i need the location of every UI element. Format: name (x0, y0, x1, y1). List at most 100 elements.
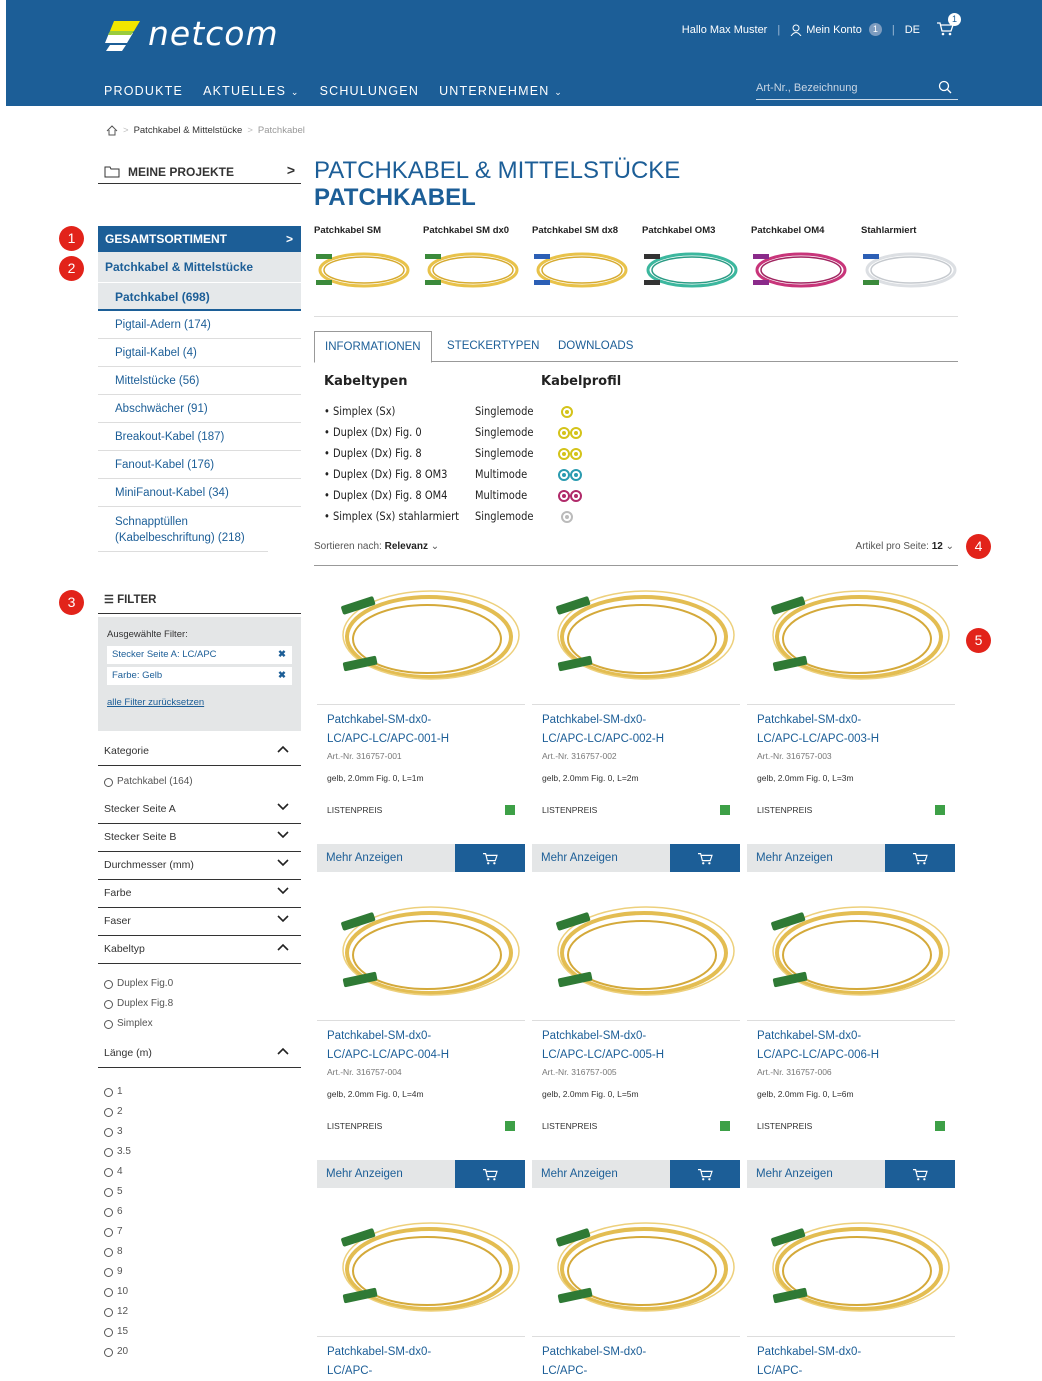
product-name[interactable]: Patchkabel-SM-dx0-LC/APC-LC/APC-003-H (747, 705, 912, 749)
product-name[interactable]: Patchkabel-SM-dx0-LC/APC- (317, 1337, 482, 1381)
facet-option[interactable]: 12 (98, 1302, 301, 1322)
nav-produkte[interactable]: PRODUKTE (104, 84, 183, 98)
facet-option[interactable]: 4 (98, 1162, 301, 1182)
facet-option[interactable]: 3.5 (98, 1142, 301, 1162)
facet-option[interactable]: 8 (98, 1242, 301, 1262)
add-to-cart-button[interactable] (885, 844, 955, 872)
product-card[interactable]: Patchkabel-SM-dx0-LC/APC-LC/APC-006-H Art… (747, 891, 955, 1188)
facet-durchmesser[interactable]: Durchmesser (mm) (98, 852, 301, 880)
category-item[interactable]: Mittelstücke (56) (98, 367, 301, 395)
facet-option[interactable]: 5 (98, 1182, 301, 1202)
add-to-cart-button[interactable] (455, 1160, 525, 1188)
category-all[interactable]: GESAMTSORTIMENT > (98, 226, 301, 252)
facet-option[interactable]: 20 (98, 1342, 301, 1362)
more-button[interactable]: Mehr Anzeigen (532, 844, 670, 872)
product-image[interactable] (532, 891, 740, 1021)
facet-kategorie[interactable]: Kategorie (98, 738, 301, 766)
product-image[interactable] (317, 575, 525, 705)
product-image[interactable] (532, 1207, 740, 1337)
category-item[interactable]: Pigtail-Kabel (4) (98, 339, 301, 367)
type-tile[interactable]: Patchkabel OM3 (642, 225, 742, 297)
brand-logo[interactable]: netcom (104, 14, 279, 53)
nav-unternehmen[interactable]: UNTERNEHMEN ⌄ (439, 84, 563, 98)
category-item[interactable]: Pigtail-Adern (174) (98, 311, 301, 339)
more-button[interactable]: Mehr Anzeigen (317, 844, 455, 872)
category-active[interactable]: Patchkabel (698) (98, 282, 301, 311)
facet-option[interactable]: Simplex (98, 1014, 301, 1034)
per-page-select[interactable]: Artikel pro Seite: 12 ⌄ (856, 541, 954, 552)
category-item[interactable]: Schnapptüllen (Kabelbeschriftung) (218) (98, 507, 268, 552)
category-item[interactable]: Abschwächer (91) (98, 395, 301, 423)
tab-downloads[interactable]: DOWNLOADS (548, 331, 643, 362)
category-item[interactable]: Breakout-Kabel (187) (98, 423, 301, 451)
product-card[interactable]: Patchkabel-SM-dx0-LC/APC- (317, 1207, 525, 1381)
search-icon[interactable] (938, 80, 952, 94)
product-name[interactable]: Patchkabel-SM-dx0-LC/APC-LC/APC-001-H (317, 705, 482, 749)
category-item[interactable]: MiniFanout-Kabel (34) (98, 479, 301, 507)
product-image[interactable] (747, 1207, 955, 1337)
tab-steckertypen[interactable]: STECKERTYPEN (437, 331, 549, 362)
product-name[interactable]: Patchkabel-SM-dx0-LC/APC-LC/APC-004-H (317, 1021, 482, 1065)
facet-option[interactable]: 6 (98, 1202, 301, 1222)
add-to-cart-button[interactable] (670, 1160, 740, 1188)
more-button[interactable]: Mehr Anzeigen (532, 1160, 670, 1188)
facet-option[interactable]: 15 (98, 1322, 301, 1342)
type-tile[interactable]: Patchkabel OM4 (751, 225, 851, 297)
more-button[interactable]: Mehr Anzeigen (747, 844, 885, 872)
product-card[interactable]: Patchkabel-SM-dx0-LC/APC-LC/APC-004-H Art… (317, 891, 525, 1188)
type-tile[interactable]: Patchkabel SM dx0 (423, 225, 523, 297)
facet-stecker-a[interactable]: Stecker Seite A (98, 796, 301, 824)
my-projects[interactable]: MEINE PROJEKTE > (98, 160, 301, 184)
tab-informationen[interactable]: INFORMATIONEN (314, 331, 432, 363)
category-item[interactable]: Fanout-Kabel (176) (98, 451, 301, 479)
type-tile[interactable]: Stahlarmiert (861, 225, 961, 297)
product-name[interactable]: Patchkabel-SM-dx0-LC/APC- (532, 1337, 697, 1381)
add-to-cart-button[interactable] (885, 1160, 955, 1188)
more-button[interactable]: Mehr Anzeigen (747, 1160, 885, 1188)
home-icon[interactable] (106, 125, 118, 136)
facet-option[interactable]: 10 (98, 1282, 301, 1302)
product-card[interactable]: Patchkabel-SM-dx0-LC/APC- (747, 1207, 955, 1381)
product-name[interactable]: Patchkabel-SM-dx0-LC/APC-LC/APC-005-H (532, 1021, 697, 1065)
nav-aktuelles[interactable]: AKTUELLES ⌄ (203, 84, 300, 98)
nav-schulungen[interactable]: SCHULUNGEN (320, 84, 420, 98)
breadcrumb-item[interactable]: Patchkabel & Mittelstücke (134, 125, 243, 136)
cart-button[interactable]: 1 (936, 13, 961, 39)
product-image[interactable] (317, 1207, 525, 1337)
facet-faser[interactable]: Faser (98, 908, 301, 936)
facet-option[interactable]: 7 (98, 1222, 301, 1242)
facet-kabeltyp[interactable]: Kabeltyp (98, 936, 301, 964)
product-image[interactable] (747, 575, 955, 705)
language-switch[interactable]: DE (905, 24, 920, 36)
remove-filter-icon[interactable]: ✖ (278, 646, 286, 664)
facet-option[interactable]: 1 (98, 1082, 301, 1102)
reset-filters-link[interactable]: alle Filter zurücksetzen (107, 697, 292, 708)
sort-select[interactable]: Sortieren nach: Relevanz ⌄ (314, 541, 439, 552)
category-parent[interactable]: Patchkabel & Mittelstücke (98, 252, 301, 282)
add-to-cart-button[interactable] (670, 844, 740, 872)
search-input[interactable] (756, 78, 926, 98)
product-image[interactable] (317, 891, 525, 1021)
facet-farbe[interactable]: Farbe (98, 880, 301, 908)
product-image[interactable] (532, 575, 740, 705)
facet-option[interactable]: 3 (98, 1122, 301, 1142)
facet-option[interactable]: 2 (98, 1102, 301, 1122)
facet-stecker-b[interactable]: Stecker Seite B (98, 824, 301, 852)
type-tile[interactable]: Patchkabel SM dx8 (532, 225, 632, 297)
product-card[interactable]: Patchkabel-SM-dx0-LC/APC- (532, 1207, 740, 1381)
add-to-cart-button[interactable] (455, 844, 525, 872)
product-name[interactable]: Patchkabel-SM-dx0-LC/APC-LC/APC-002-H (532, 705, 697, 749)
product-card[interactable]: Patchkabel-SM-dx0-LC/APC-LC/APC-003-H Art… (747, 575, 955, 872)
facet-option[interactable]: Duplex Fig.0 (98, 974, 301, 994)
type-tile[interactable]: Patchkabel SM (314, 225, 414, 297)
product-image[interactable] (747, 891, 955, 1021)
product-card[interactable]: Patchkabel-SM-dx0-LC/APC-LC/APC-002-H Art… (532, 575, 740, 872)
more-button[interactable]: Mehr Anzeigen (317, 1160, 455, 1188)
product-card[interactable]: Patchkabel-SM-dx0-LC/APC-LC/APC-005-H Art… (532, 891, 740, 1188)
facet-option[interactable]: 9 (98, 1262, 301, 1282)
facet-option[interactable]: Patchkabel (164) (98, 772, 301, 792)
facet-laenge[interactable]: Länge (m) (98, 1040, 301, 1068)
product-name[interactable]: Patchkabel-SM-dx0-LC/APC-LC/APC-006-H (747, 1021, 912, 1065)
facet-option[interactable]: Duplex Fig.8 (98, 994, 301, 1014)
product-name[interactable]: Patchkabel-SM-dx0-LC/APC- (747, 1337, 912, 1381)
